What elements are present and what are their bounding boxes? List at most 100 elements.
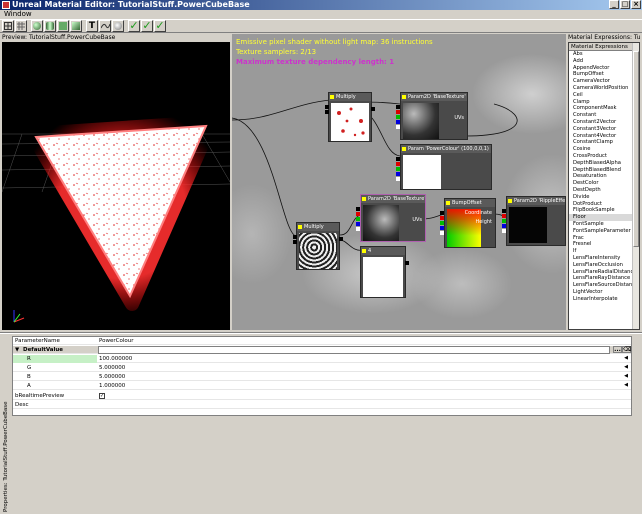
value-edit-field[interactable]: [98, 346, 610, 354]
prop-value[interactable]: 100.000000: [99, 355, 132, 363]
expression-item[interactable]: FontSample: [569, 221, 633, 228]
expression-item[interactable]: DestColor: [569, 180, 633, 187]
sphere-icon[interactable]: [31, 20, 43, 32]
prop-row-g[interactable]: G 5.000000 ◀: [13, 364, 631, 372]
expression-item[interactable]: FlipBookSample: [569, 207, 633, 214]
expression-item[interactable]: Divide: [569, 194, 633, 201]
apply-check-icon[interactable]: ✓: [128, 20, 140, 32]
prop-category-defaultvalue[interactable]: ▼ DefaultValue ... ⌫: [13, 346, 631, 354]
node-bump-offset[interactable]: BumpOffset Coordinate Height: [440, 198, 496, 248]
splitter[interactable]: [0, 332, 642, 334]
preview-viewport[interactable]: [2, 42, 230, 330]
preview-grid-icon[interactable]: [15, 20, 27, 32]
check-icon[interactable]: ✓: [154, 20, 166, 32]
expression-item[interactable]: Add: [569, 58, 633, 65]
axis-gizmo-icon: [13, 310, 25, 323]
node-title: Param 'PowerColour' (100,0,0,1): [401, 145, 491, 153]
node-texture-param[interactable]: Param2D 'BaseTexture' UVs: [356, 194, 426, 242]
cylinder-icon[interactable]: [44, 20, 56, 32]
prop-row-desc[interactable]: Desc: [13, 401, 631, 409]
expression-item[interactable]: If: [569, 248, 633, 255]
minimize-button[interactable]: _: [609, 0, 619, 9]
prop-value[interactable]: 1.000000: [99, 382, 125, 390]
expressions-list[interactable]: Material Expressions Abs Add AppendVector B…: [568, 42, 640, 330]
expression-item[interactable]: Clamp: [569, 99, 633, 106]
expressions-panel-label: Material Expressions: Tuto: [568, 34, 640, 41]
arrow-icon[interactable]: ◀: [623, 382, 629, 388]
prop-row-r[interactable]: R 100.000000 ◀: [13, 355, 631, 363]
expression-item[interactable]: Desaturation: [569, 173, 633, 180]
expression-item[interactable]: LensFlareIntensity: [569, 255, 633, 262]
expression-item[interactable]: LensFlareOcclusion: [569, 262, 633, 269]
prop-value[interactable]: PowerColour: [99, 337, 133, 345]
expression-item[interactable]: Fresnel: [569, 241, 633, 248]
expressions-panel: Material Expressions: Tuto Material Expr…: [568, 34, 640, 330]
expression-item[interactable]: DepthBiasedBlend: [569, 167, 633, 174]
browse-button[interactable]: ...: [613, 346, 622, 353]
prop-name: bRealtimePreview: [15, 393, 65, 399]
expression-item[interactable]: Floor: [569, 214, 633, 221]
node-preview: [299, 233, 337, 269]
expression-item[interactable]: LensFlareRayDistance: [569, 275, 633, 282]
arrow-icon[interactable]: ◀: [623, 355, 629, 361]
menu-window[interactable]: Window: [4, 10, 32, 18]
node-constant[interactable]: 4: [360, 246, 409, 298]
node-texture-param[interactable]: Param2D 'BaseTexture' UVs: [396, 92, 468, 140]
expression-item[interactable]: FontSampleParameter: [569, 228, 633, 235]
check-icon[interactable]: ✓: [141, 20, 153, 32]
expression-item[interactable]: Frac: [569, 235, 633, 242]
expression-item[interactable]: Ceil: [569, 92, 633, 99]
node-multiply[interactable]: Multiply: [293, 222, 343, 270]
expression-item[interactable]: DestDepth: [569, 187, 633, 194]
expression-item[interactable]: BumpOffset: [569, 71, 633, 78]
properties-tab[interactable]: Properties: TutorialStuff.PowerCubeBase: [1, 336, 10, 512]
expression-item[interactable]: ConstantClamp: [569, 139, 633, 146]
node-title: 4: [361, 247, 405, 255]
maximize-button[interactable]: □: [620, 0, 630, 9]
cube-icon[interactable]: [70, 20, 82, 32]
close-button[interactable]: ×: [631, 0, 641, 9]
plane-icon[interactable]: [57, 20, 69, 32]
expression-item[interactable]: AppendVector: [569, 65, 633, 72]
arrow-icon[interactable]: ◀: [623, 364, 629, 370]
clear-button[interactable]: ⌫: [622, 346, 631, 353]
expression-item[interactable]: DepthBiasedAlpha: [569, 160, 633, 167]
expression-item[interactable]: Abs: [569, 51, 633, 58]
prop-row-parametername[interactable]: ParameterName PowerColour: [13, 337, 631, 345]
prop-name: G: [27, 365, 32, 371]
expression-item[interactable]: LensFlareSourceDistance: [569, 282, 633, 289]
realtime-checkbox[interactable]: ✓: [99, 393, 105, 399]
expression-item[interactable]: LensFlareRadialDistance: [569, 269, 633, 276]
prop-value[interactable]: 5.000000: [99, 373, 125, 381]
menu-bar: Window: [0, 10, 642, 19]
expression-item[interactable]: Constant2Vector: [569, 119, 633, 126]
arrow-icon[interactable]: ◀: [623, 373, 629, 379]
prop-value[interactable]: 5.000000: [99, 364, 125, 372]
node-vector-param[interactable]: Param 'PowerColour' (100,0,0,1): [396, 144, 492, 190]
expression-item[interactable]: CrossProduct: [569, 153, 633, 160]
expressions-scrollbar[interactable]: [632, 43, 639, 329]
expression-item[interactable]: CameraVector: [569, 78, 633, 85]
expression-item[interactable]: LightVector: [569, 289, 633, 296]
node-title: BumpOffset: [445, 199, 495, 207]
expression-item[interactable]: ComponentMask: [569, 105, 633, 112]
expression-item[interactable]: LinearInterpolate: [569, 296, 633, 303]
expression-item[interactable]: Constant3Vector: [569, 126, 633, 133]
prop-row-b[interactable]: B 5.000000 ◀: [13, 373, 631, 381]
node-texture-param[interactable]: Param2D 'RippleEffect': [502, 196, 566, 246]
material-graph[interactable]: Emissive pixel shader without light map:…: [232, 34, 566, 330]
expression-item[interactable]: Constant: [569, 112, 633, 119]
expression-item[interactable]: CameraWorldPosition: [569, 85, 633, 92]
curve-icon[interactable]: [99, 20, 111, 32]
expression-item[interactable]: Constant4Vector: [569, 133, 633, 140]
prop-row-realtime[interactable]: bRealtimePreview ✓: [13, 392, 631, 400]
realtime-icon[interactable]: [112, 20, 124, 32]
grid-icon[interactable]: [2, 20, 14, 32]
prop-row-a[interactable]: A 1.000000 ◀: [13, 382, 631, 390]
node-preview: [331, 103, 369, 141]
node-multiply[interactable]: Multiply: [325, 92, 375, 142]
expression-item[interactable]: Cosine: [569, 146, 633, 153]
text-T-icon[interactable]: T: [86, 20, 98, 32]
scrollbar-thumb[interactable]: [633, 51, 639, 247]
expression-item[interactable]: DotProduct: [569, 201, 633, 208]
